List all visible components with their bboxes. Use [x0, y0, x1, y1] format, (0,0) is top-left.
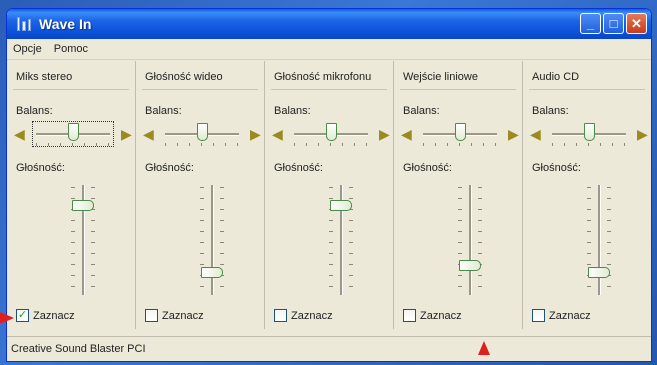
- balance-slider[interactable]: ◀ ◀: [14, 121, 132, 147]
- volume-thumb[interactable]: [330, 200, 352, 211]
- divider: [529, 89, 645, 90]
- volume-slider[interactable]: [587, 185, 611, 295]
- volume-slider[interactable]: [458, 185, 482, 295]
- select-checkbox[interactable]: ✓ Zaznacz: [16, 309, 75, 322]
- volume-track: [211, 185, 214, 295]
- mixer-panel: Miks stereo Balans: ◀ ◀ Głośność: ✓ Zazn…: [7, 61, 651, 329]
- speaker-left-icon: ◀: [143, 126, 154, 142]
- balance-slider[interactable]: ◀ ◀: [401, 121, 519, 147]
- divider: [400, 89, 516, 90]
- volume-thumb[interactable]: [588, 267, 610, 278]
- balance-slider[interactable]: ◀ ◀: [272, 121, 390, 147]
- volume-thumb[interactable]: [459, 260, 481, 271]
- select-checkbox[interactable]: Zaznacz: [403, 309, 462, 322]
- balance-label: Balans:: [16, 105, 53, 117]
- wave-in-window: Wave In _ □ ✕ Opcje Pomoc Miks stereo Ba…: [6, 8, 652, 362]
- volume-label: Głośność:: [403, 162, 452, 174]
- volume-slider[interactable]: [200, 185, 224, 295]
- speaker-left-icon: ◀: [272, 126, 283, 142]
- volume-thumb[interactable]: [201, 267, 223, 278]
- close-button[interactable]: ✕: [626, 13, 647, 34]
- volume-slider[interactable]: [329, 185, 353, 295]
- status-bar: Creative Sound Blaster PCI: [7, 336, 651, 361]
- volume-track: [469, 185, 472, 295]
- volume-label: Głośność:: [145, 162, 194, 174]
- channel-name: Wejście liniowe: [403, 71, 478, 83]
- select-checkbox[interactable]: Zaznacz: [532, 309, 591, 322]
- speaker-right-icon: ◀: [508, 126, 519, 142]
- volume-label: Głośność:: [532, 162, 581, 174]
- menu-bar: Opcje Pomoc: [7, 39, 651, 60]
- volume-slider[interactable]: [71, 185, 95, 295]
- minimize-button[interactable]: _: [580, 13, 601, 34]
- balance-label: Balans:: [532, 105, 569, 117]
- menu-options[interactable]: Opcje: [13, 43, 42, 55]
- channel-column: Głośność wideo Balans: ◀ ◀ Głośność: Zaz…: [136, 61, 265, 329]
- checkbox-label: Zaznacz: [33, 309, 75, 322]
- title-bar[interactable]: Wave In _ □ ✕: [7, 9, 651, 39]
- volume-label: Głośność:: [274, 162, 323, 174]
- volume-track: [598, 185, 601, 295]
- speaker-left-icon: ◀: [530, 126, 541, 142]
- select-checkbox[interactable]: Zaznacz: [274, 309, 333, 322]
- channel-name: Głośność mikrofonu: [274, 71, 372, 83]
- select-checkbox[interactable]: Zaznacz: [145, 309, 204, 322]
- balance-label: Balans:: [403, 105, 440, 117]
- channel-column: Wejście liniowe Balans: ◀ ◀ Głośność: Za…: [394, 61, 523, 329]
- volume-label: Głośność:: [16, 162, 65, 174]
- maximize-button[interactable]: □: [603, 13, 624, 34]
- balance-label: Balans:: [274, 105, 311, 117]
- speaker-right-icon: ◀: [250, 126, 261, 142]
- checkbox-label: Zaznacz: [162, 309, 204, 322]
- mixer-app-icon: [17, 17, 31, 31]
- balance-thumb[interactable]: [197, 123, 208, 141]
- checkbox-icon[interactable]: [532, 309, 545, 322]
- divider: [13, 89, 129, 90]
- divider: [142, 89, 258, 90]
- balance-thumb[interactable]: [326, 123, 337, 141]
- focus-outline: [32, 121, 114, 147]
- status-text: Creative Sound Blaster PCI: [11, 343, 146, 355]
- speaker-left-icon: ◀: [401, 126, 412, 142]
- channel-column: Głośność mikrofonu Balans: ◀ ◀ Głośność:…: [265, 61, 394, 329]
- balance-label: Balans:: [145, 105, 182, 117]
- channel-name: Miks stereo: [16, 71, 73, 83]
- speaker-right-icon: ◀: [379, 126, 390, 142]
- menu-help[interactable]: Pomoc: [54, 43, 88, 55]
- annotation-arrow-right-icon: [0, 312, 14, 324]
- balance-slider[interactable]: ◀ ◀: [530, 121, 648, 147]
- checkbox-icon[interactable]: [274, 309, 287, 322]
- annotation-arrow-up-icon: [478, 341, 490, 355]
- divider: [271, 89, 387, 90]
- volume-thumb[interactable]: [72, 200, 94, 211]
- balance-slider[interactable]: ◀ ◀: [143, 121, 261, 147]
- balance-ticks: [294, 143, 368, 146]
- minimize-icon: _: [586, 16, 595, 31]
- channel-name: Audio CD: [532, 71, 580, 83]
- checkbox-label: Zaznacz: [291, 309, 333, 322]
- balance-ticks: [165, 143, 239, 146]
- balance-ticks: [552, 143, 626, 146]
- maximize-icon: □: [609, 16, 618, 31]
- balance-ticks: [423, 143, 497, 146]
- checkbox-icon[interactable]: ✓: [16, 309, 29, 322]
- close-icon: ✕: [631, 15, 642, 31]
- checkbox-label: Zaznacz: [549, 309, 591, 322]
- checkbox-icon[interactable]: [145, 309, 158, 322]
- speaker-left-icon: ◀: [14, 126, 25, 142]
- window-title: Wave In: [39, 16, 92, 32]
- channel-column: Miks stereo Balans: ◀ ◀ Głośność: ✓ Zazn…: [7, 61, 136, 329]
- balance-thumb[interactable]: [455, 123, 466, 141]
- checkbox-label: Zaznacz: [420, 309, 462, 322]
- checkbox-icon[interactable]: [403, 309, 416, 322]
- balance-thumb[interactable]: [584, 123, 595, 141]
- speaker-right-icon: ◀: [637, 126, 648, 142]
- speaker-right-icon: ◀: [121, 126, 132, 142]
- channel-name: Głośność wideo: [145, 71, 223, 83]
- channel-column: Audio CD Balans: ◀ ◀ Głośność: Zaznacz: [523, 61, 651, 329]
